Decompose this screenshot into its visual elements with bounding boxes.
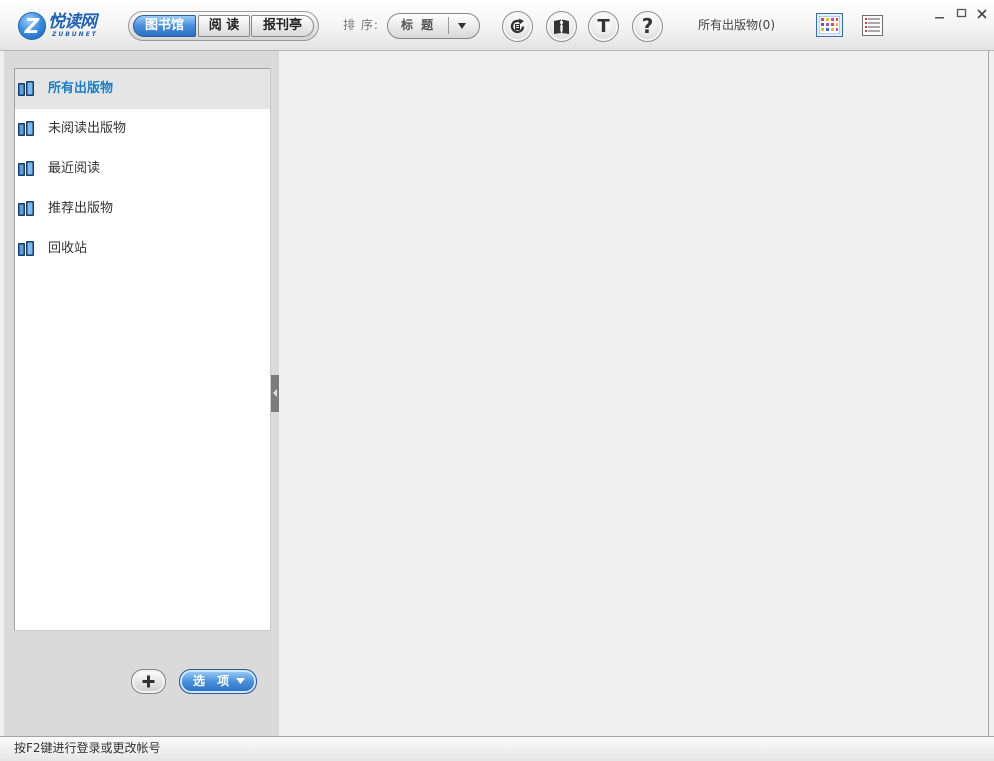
help-icon: ? (641, 14, 654, 38)
book-info-button[interactable] (546, 11, 577, 42)
chevron-down-icon (236, 678, 245, 684)
sidebar-item-label: 推荐出版物 (48, 201, 114, 216)
sidebar-item-label: 所有出版物 (48, 81, 114, 96)
sort-dropdown[interactable]: 标 题 (387, 13, 480, 39)
logo-text: 悦读网 (48, 12, 97, 32)
options-label: 选 项 (193, 674, 234, 688)
book-icon (18, 201, 34, 216)
tab-library[interactable]: 图书馆 (133, 15, 196, 37)
book-icon (18, 81, 34, 96)
sidebar-item-recycle-bin[interactable]: 回收站 (15, 229, 270, 269)
logo-badge: Z (18, 12, 46, 40)
refresh-button[interactable] (502, 11, 533, 42)
book-info-icon (554, 19, 569, 34)
add-button[interactable] (131, 669, 166, 694)
help-button[interactable]: ? (632, 11, 663, 42)
tab-reading[interactable]: 阅 读 (198, 15, 250, 37)
nav-tab-group: 图书馆 阅 读 报刊亭 (128, 11, 319, 41)
sidebar-item-unread[interactable]: 未阅读出版物 (15, 109, 270, 149)
sidebar-item-label: 最近阅读 (48, 161, 101, 176)
plus-icon (142, 675, 155, 688)
book-icon (18, 241, 34, 256)
sort-label: 排 序: (343, 18, 379, 32)
sort-divider (448, 17, 449, 34)
close-icon[interactable] (976, 8, 988, 20)
collection-title: 所有出版物(0) (698, 18, 775, 32)
sidebar-item-recommended[interactable]: 推荐出版物 (15, 189, 270, 229)
book-icon (18, 121, 34, 136)
list-view-icon[interactable] (862, 15, 883, 36)
sidebar-list: 所有出版物 未阅读出版物 最近阅读 推荐出版物 回收站 (14, 68, 271, 631)
font-icon: T (597, 16, 610, 37)
sidebar-collapse-handle[interactable] (271, 375, 279, 412)
sort-selected-value: 标 题 (401, 18, 436, 32)
grid-view-icon (819, 16, 840, 34)
maximize-icon[interactable] (956, 8, 968, 20)
refresh-icon (510, 18, 525, 34)
options-button[interactable]: 选 项 (179, 669, 257, 694)
sidebar-item-label: 未阅读出版物 (48, 121, 127, 136)
minimize-icon[interactable] (934, 8, 946, 20)
content-area (279, 51, 989, 736)
tab-newsstand[interactable]: 报刊亭 (251, 15, 314, 37)
font-button[interactable]: T (588, 11, 619, 42)
chevron-down-icon (458, 23, 466, 29)
chevron-left-icon (273, 389, 277, 397)
status-text: 按F2键进行登录或更改帐号 (14, 741, 161, 755)
status-bar: 按F2键进行登录或更改帐号 (0, 736, 994, 761)
sidebar-item-recent[interactable]: 最近阅读 (15, 149, 270, 189)
grid-view-button[interactable] (816, 13, 843, 37)
top-toolbar: Z 悦读网 ZUBUNET 图书馆 阅 读 报刊亭 排 序: 标 题 T ? 所… (0, 0, 994, 51)
sidebar-item-label: 回收站 (48, 241, 88, 256)
logo-subtitle: ZUBUNET (52, 31, 98, 38)
sidebar-item-all-publications[interactable]: 所有出版物 (15, 69, 270, 109)
book-icon (18, 161, 34, 176)
